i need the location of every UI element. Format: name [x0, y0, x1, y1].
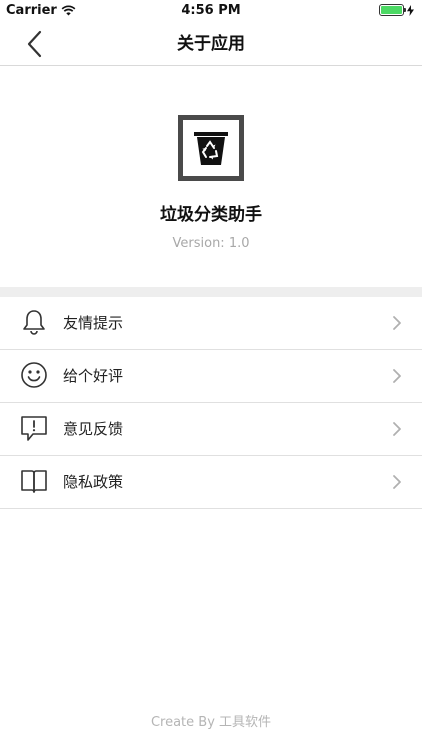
- bolt-icon: [407, 4, 414, 16]
- recycle-bin-icon: [194, 132, 228, 165]
- status-bar: Carrier 4:56 PM: [0, 0, 422, 22]
- menu-item-privacy[interactable]: 隐私政策: [0, 456, 422, 509]
- app-icon: [178, 115, 244, 181]
- menu-item-label: 给个好评: [63, 367, 124, 385]
- chevron-right-icon: [393, 369, 401, 383]
- feedback-bubble-icon: [21, 416, 47, 441]
- menu-item-feedback[interactable]: 意见反馈: [0, 403, 422, 456]
- menu-item-label: 意见反馈: [63, 420, 124, 438]
- back-button[interactable]: [24, 26, 48, 62]
- smiley-icon: [21, 362, 47, 388]
- nav-bar: 关于应用: [0, 22, 422, 66]
- chevron-left-icon: [27, 30, 42, 58]
- menu-item-label: 隐私政策: [63, 473, 124, 491]
- chevron-right-icon: [393, 475, 401, 489]
- menu-item-rate[interactable]: 给个好评: [0, 350, 422, 403]
- app-header: 垃圾分类助手 Version: 1.0: [0, 66, 422, 287]
- app-name: 垃圾分类助手: [160, 205, 262, 225]
- menu-list: 友情提示 给个好评 意见反馈 隐私政策: [0, 297, 422, 509]
- page-title: 关于应用: [177, 34, 245, 54]
- battery-fill: [381, 6, 402, 14]
- app-version: Version: 1.0: [172, 236, 250, 251]
- section-divider: [0, 287, 422, 297]
- footer-credit: Create By 工具软件: [150, 715, 272, 730]
- chevron-right-icon: [393, 422, 401, 436]
- menu-item-label: 友情提示: [63, 314, 124, 332]
- battery-group: [379, 4, 414, 16]
- book-icon: [21, 470, 47, 493]
- bell-icon: [23, 310, 45, 335]
- status-time: 4:56 PM: [181, 3, 241, 18]
- battery-icon: [379, 4, 406, 16]
- chevron-right-icon: [393, 316, 401, 330]
- menu-item-tips[interactable]: 友情提示: [0, 297, 422, 350]
